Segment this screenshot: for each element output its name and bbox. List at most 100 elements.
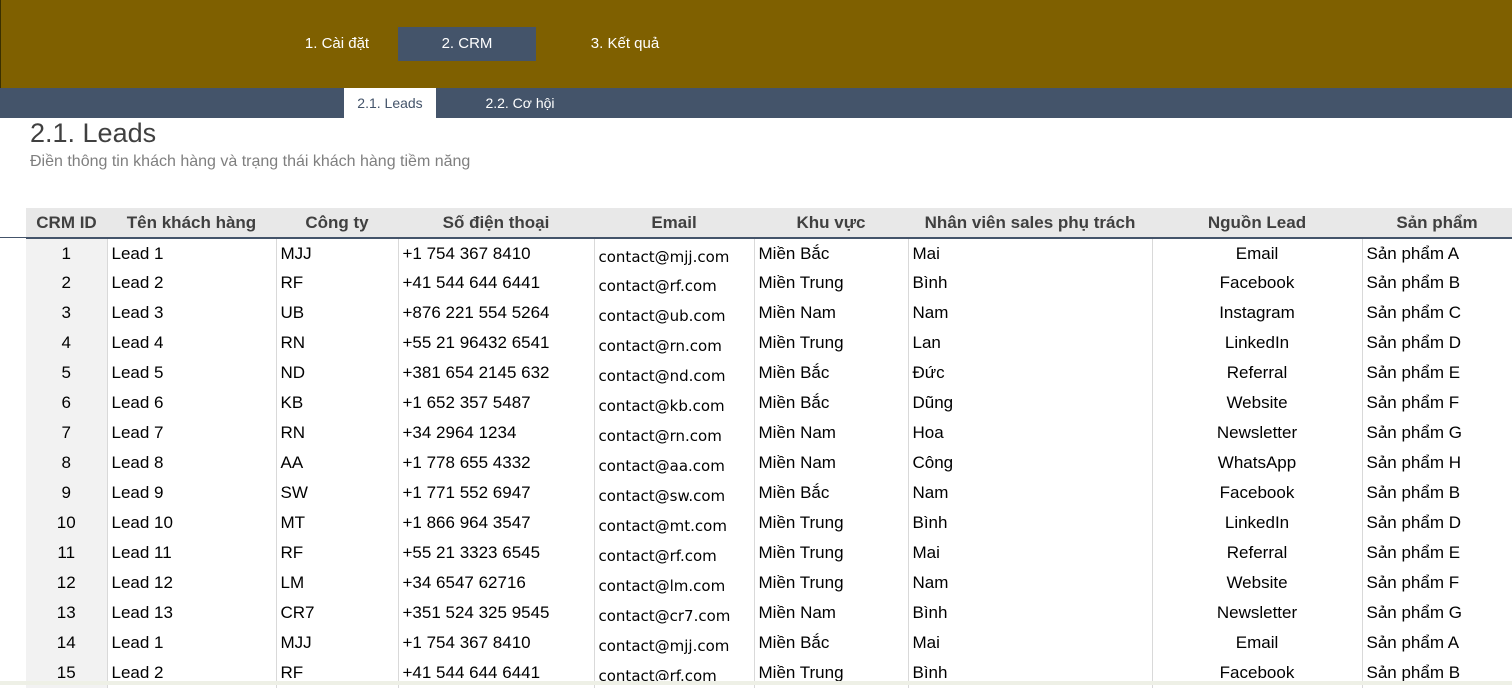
cell-product[interactable]: Sản phẩm D bbox=[1362, 508, 1512, 538]
cell-email[interactable]: contact@rf.com bbox=[594, 538, 755, 568]
cell-crm-id[interactable]: 6 bbox=[26, 388, 108, 418]
cell-region[interactable]: Miền Trung bbox=[754, 568, 909, 598]
cell-lead-source[interactable]: Newsletter bbox=[1152, 418, 1363, 448]
cell-email[interactable]: contact@lm.com bbox=[594, 568, 755, 598]
cell-lead-source[interactable]: LinkedIn bbox=[1152, 328, 1363, 358]
cell-lead-source[interactable]: Facebook bbox=[1152, 268, 1363, 298]
cell-email[interactable]: contact@mt.com bbox=[594, 508, 755, 538]
cell-lead-source[interactable]: Website bbox=[1152, 388, 1363, 418]
cell-product[interactable]: Sản phẩm H bbox=[1362, 448, 1512, 478]
cell-product[interactable]: Sản phẩm F bbox=[1362, 388, 1512, 418]
cell-crm-id[interactable]: 1 bbox=[26, 238, 108, 268]
cell-company[interactable]: SW bbox=[276, 478, 399, 508]
cell-crm-id[interactable]: 8 bbox=[26, 448, 108, 478]
cell-sales-rep[interactable]: Mai bbox=[908, 628, 1153, 658]
cell-customer-name[interactable]: Lead 13 bbox=[107, 598, 277, 628]
cell-company[interactable]: AA bbox=[276, 448, 399, 478]
cell-customer-name[interactable]: Lead 5 bbox=[107, 358, 277, 388]
cell-region[interactable]: Miền Nam bbox=[754, 418, 909, 448]
cell-crm-id[interactable]: 12 bbox=[26, 568, 108, 598]
cell-product[interactable]: Sản phẩm G bbox=[1362, 418, 1512, 448]
cell-region[interactable]: Miền Bắc bbox=[754, 388, 909, 418]
tab-crm[interactable]: 2. CRM bbox=[398, 27, 536, 61]
header-lead-source[interactable]: Nguồn Lead bbox=[1152, 208, 1362, 239]
cell-product[interactable]: Sản phẩm D bbox=[1362, 328, 1512, 358]
cell-product[interactable]: Sản phẩm B bbox=[1362, 268, 1512, 298]
cell-sales-rep[interactable]: Mai bbox=[908, 538, 1153, 568]
cell-sales-rep[interactable]: Hoa bbox=[908, 418, 1153, 448]
cell-company[interactable]: LM bbox=[276, 568, 399, 598]
cell-crm-id[interactable]: 10 bbox=[26, 508, 108, 538]
cell-customer-name[interactable]: Lead 2 bbox=[107, 268, 277, 298]
cell-phone[interactable]: +381 654 2145 632 bbox=[398, 358, 595, 388]
cell-region[interactable]: Miền Nam bbox=[754, 448, 909, 478]
cell-phone[interactable]: +1 754 367 8410 bbox=[398, 238, 595, 268]
cell-lead-source[interactable]: Email bbox=[1152, 628, 1363, 658]
cell-phone[interactable]: +41 544 644 6441 bbox=[398, 268, 595, 298]
cell-customer-name[interactable]: Lead 9 bbox=[107, 478, 277, 508]
tab-ket-qua[interactable]: 3. Kết quả bbox=[571, 27, 679, 61]
header-email[interactable]: Email bbox=[594, 208, 754, 239]
cell-sales-rep[interactable]: Công bbox=[908, 448, 1153, 478]
cell-product[interactable]: Sản phẩm F bbox=[1362, 568, 1512, 598]
cell-customer-name[interactable]: Lead 1 bbox=[107, 628, 277, 658]
cell-region[interactable]: Miền Bắc bbox=[754, 478, 909, 508]
cell-lead-source[interactable]: Newsletter bbox=[1152, 598, 1363, 628]
cell-product[interactable]: Sản phẩm A bbox=[1362, 238, 1512, 268]
header-product[interactable]: Sản phẩm bbox=[1362, 208, 1512, 239]
cell-phone[interactable]: +55 21 96432 6541 bbox=[398, 328, 595, 358]
cell-phone[interactable]: +34 6547 62716 bbox=[398, 568, 595, 598]
header-customer-name[interactable]: Tên khách hàng bbox=[107, 208, 276, 239]
cell-company[interactable]: MJJ bbox=[276, 238, 399, 268]
cell-email[interactable]: contact@rn.com bbox=[594, 418, 755, 448]
cell-company[interactable]: ND bbox=[276, 358, 399, 388]
cell-product[interactable]: Sản phẩm A bbox=[1362, 628, 1512, 658]
cell-customer-name[interactable]: Lead 8 bbox=[107, 448, 277, 478]
cell-crm-id[interactable]: 4 bbox=[26, 328, 108, 358]
cell-email[interactable]: contact@aa.com bbox=[594, 448, 755, 478]
cell-company[interactable]: MT bbox=[276, 508, 399, 538]
cell-phone[interactable]: +1 866 964 3547 bbox=[398, 508, 595, 538]
subtab-leads[interactable]: 2.1. Leads bbox=[344, 88, 436, 118]
cell-region[interactable]: Miền Bắc bbox=[754, 358, 909, 388]
cell-region[interactable]: Miền Bắc bbox=[754, 238, 909, 268]
tab-cai-dat[interactable]: 1. Cài đặt bbox=[287, 27, 387, 61]
header-sales-rep[interactable]: Nhân viên sales phụ trách bbox=[908, 208, 1152, 239]
cell-email[interactable]: contact@nd.com bbox=[594, 358, 755, 388]
cell-company[interactable]: RN bbox=[276, 328, 399, 358]
subtab-co-hoi[interactable]: 2.2. Cơ hội bbox=[468, 88, 572, 118]
header-crm-id[interactable]: CRM ID bbox=[26, 208, 107, 239]
cell-crm-id[interactable]: 13 bbox=[26, 598, 108, 628]
cell-phone[interactable]: +1 754 367 8410 bbox=[398, 628, 595, 658]
cell-lead-source[interactable]: Instagram bbox=[1152, 298, 1363, 328]
cell-lead-source[interactable]: Referral bbox=[1152, 358, 1363, 388]
cell-product[interactable]: Sản phẩm E bbox=[1362, 358, 1512, 388]
cell-crm-id[interactable]: 2 bbox=[26, 268, 108, 298]
cell-sales-rep[interactable]: Nam bbox=[908, 298, 1153, 328]
cell-customer-name[interactable]: Lead 3 bbox=[107, 298, 277, 328]
cell-sales-rep[interactable]: Nam bbox=[908, 568, 1153, 598]
cell-company[interactable]: RF bbox=[276, 538, 399, 568]
cell-phone[interactable]: +1 771 552 6947 bbox=[398, 478, 595, 508]
cell-product[interactable]: Sản phẩm E bbox=[1362, 538, 1512, 568]
header-phone[interactable]: Số điện thoại bbox=[398, 208, 594, 239]
cell-region[interactable]: Miền Bắc bbox=[754, 628, 909, 658]
cell-region[interactable]: Miền Trung bbox=[754, 508, 909, 538]
cell-customer-name[interactable]: Lead 11 bbox=[107, 538, 277, 568]
cell-company[interactable]: CR7 bbox=[276, 598, 399, 628]
cell-crm-id[interactable]: 7 bbox=[26, 418, 108, 448]
cell-sales-rep[interactable]: Bình bbox=[908, 598, 1153, 628]
cell-region[interactable]: Miền Nam bbox=[754, 298, 909, 328]
cell-region[interactable]: Miền Trung bbox=[754, 538, 909, 568]
cell-customer-name[interactable]: Lead 1 bbox=[107, 238, 277, 268]
cell-lead-source[interactable]: WhatsApp bbox=[1152, 448, 1363, 478]
cell-sales-rep[interactable]: Nam bbox=[908, 478, 1153, 508]
cell-email[interactable]: contact@mjj.com bbox=[594, 628, 755, 658]
cell-phone[interactable]: +55 21 3323 6545 bbox=[398, 538, 595, 568]
cell-sales-rep[interactable]: Mai bbox=[908, 238, 1153, 268]
cell-crm-id[interactable]: 5 bbox=[26, 358, 108, 388]
cell-phone[interactable]: +876 221 554 5264 bbox=[398, 298, 595, 328]
cell-product[interactable]: Sản phẩm G bbox=[1362, 598, 1512, 628]
cell-lead-source[interactable]: Website bbox=[1152, 568, 1363, 598]
cell-company[interactable]: RN bbox=[276, 418, 399, 448]
